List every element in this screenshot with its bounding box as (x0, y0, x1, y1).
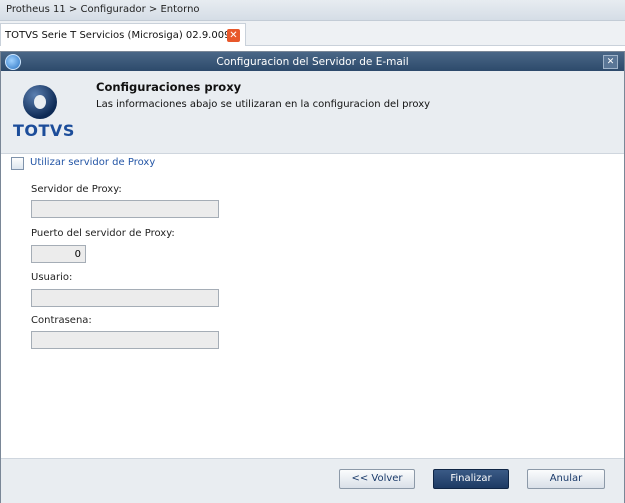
dialog-close-button[interactable]: ✕ (603, 55, 618, 69)
dialog-title: Configuracion del Servidor de E-mail (216, 56, 409, 68)
dialog-header: TOTVS Configuraciones proxy Las informac… (1, 71, 624, 154)
totvs-logo-text: TOTVS (13, 121, 75, 140)
proxy-server-input[interactable] (31, 200, 219, 218)
proxy-user-input[interactable] (31, 289, 219, 307)
dialog-titlebar: Configuracion del Servidor de E-mail ✕ (1, 52, 624, 71)
breadcrumb: Protheus 11 > Configurador > Entorno (6, 4, 200, 15)
cancel-button[interactable]: Anular (527, 469, 605, 489)
proxy-port-input[interactable] (31, 245, 86, 263)
back-button[interactable]: << Volver (339, 469, 415, 489)
tab-totvs[interactable]: TOTVS Serie T Servicios (Microsiga) 02.9… (0, 23, 246, 46)
totvs-logo: TOTVS (13, 85, 75, 147)
use-proxy-label[interactable]: Utilizar servidor de Proxy (30, 157, 155, 168)
section-title: Configuraciones proxy (96, 80, 242, 94)
proxy-port-label: Puerto del servidor de Proxy: (31, 228, 175, 239)
close-icon[interactable]: ✕ (227, 29, 240, 42)
tab-bar: TOTVS Serie T Servicios (Microsiga) 02.9… (0, 21, 625, 46)
email-server-dialog: Configuracion del Servidor de E-mail ✕ T… (0, 51, 625, 503)
breadcrumb-bar: Protheus 11 > Configurador > Entorno (0, 0, 625, 21)
proxy-password-label: Contrasena: (31, 315, 92, 326)
totvs-logo-hole (34, 95, 46, 109)
dialog-footer: << Volver Finalizar Anular (1, 458, 624, 503)
finish-button[interactable]: Finalizar (433, 469, 509, 489)
section-subtitle: Las informaciones abajo se utilizaran en… (96, 99, 431, 110)
proxy-password-input[interactable] (31, 331, 219, 349)
use-proxy-checkbox[interactable] (11, 157, 24, 170)
proxy-server-label: Servidor de Proxy: (31, 184, 122, 195)
tab-label: TOTVS Serie T Servicios (Microsiga) 02.9… (5, 30, 237, 41)
proxy-user-label: Usuario: (31, 272, 73, 283)
